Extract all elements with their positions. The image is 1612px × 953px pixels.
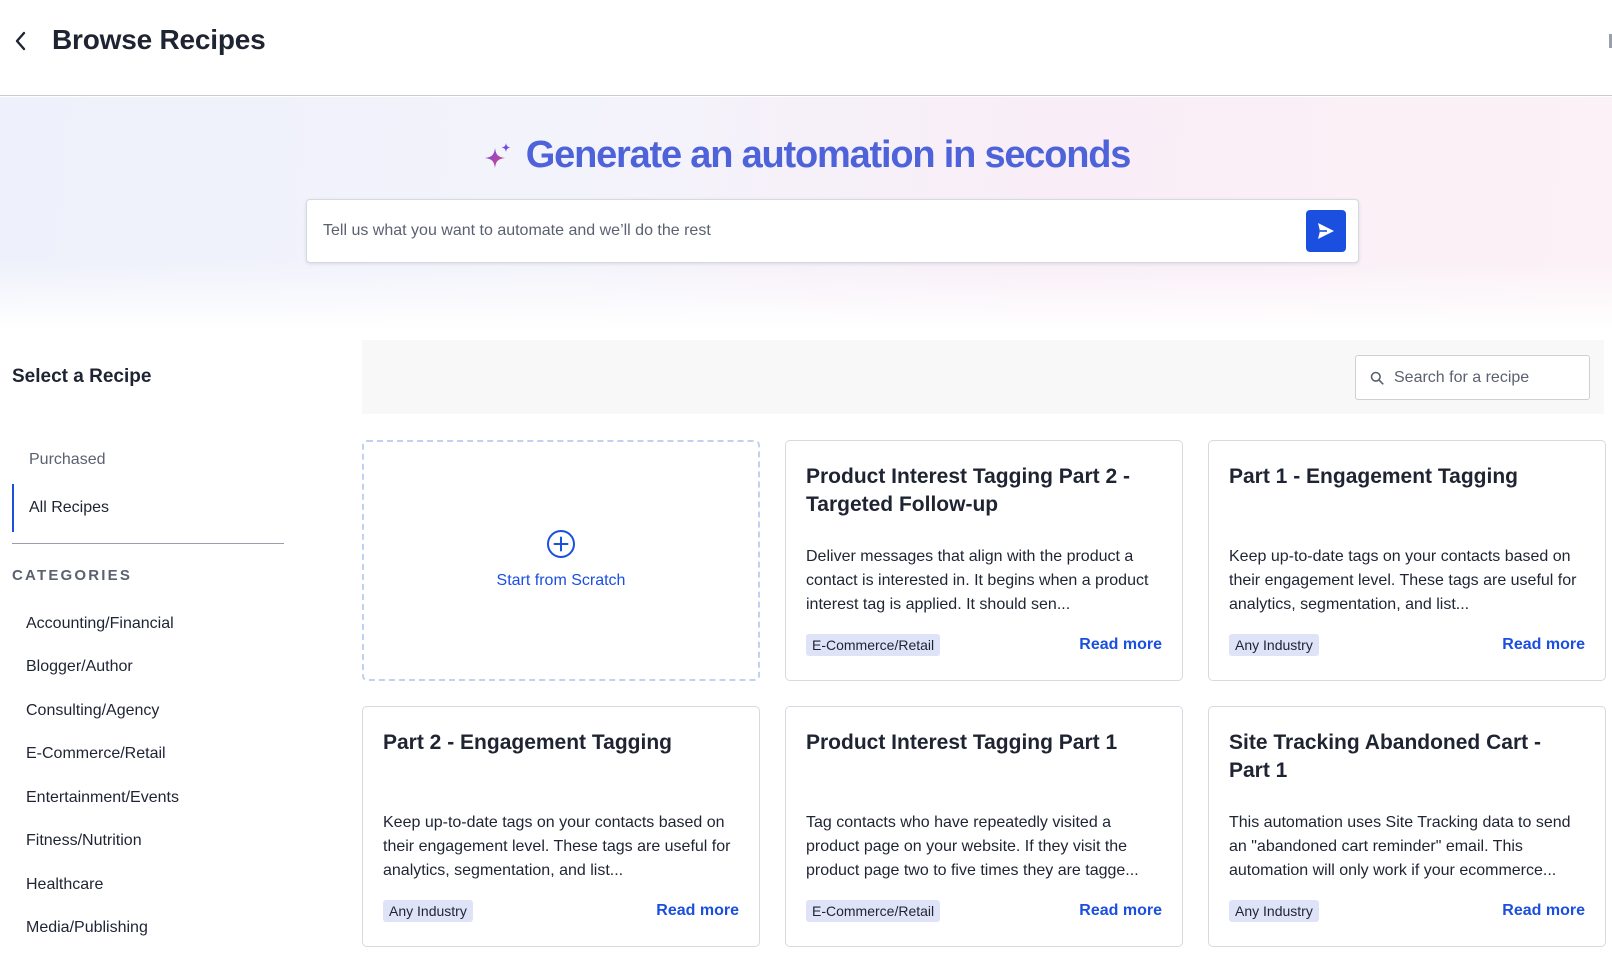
back-button[interactable] [6,26,36,56]
sidebar-divider [12,543,284,544]
recipe-title: Part 2 - Engagement Tagging [383,731,672,754]
hero-banner: Generate an automation in seconds [0,97,1612,330]
page-title: Browse Recipes [52,24,266,55]
top-bar: Browse Recipes [0,0,1612,96]
sidebar-item-label: All Recipes [29,499,110,516]
recipe-card[interactable]: Part 1 - Engagement Tagging Keep up-to-d… [1208,440,1606,681]
category-item[interactable]: Fitness/Nutrition [26,820,179,864]
category-item[interactable]: Media/Publishing [26,907,179,951]
plus-circle-icon [547,529,575,558]
recipe-description: Keep up-to-date tags on your contacts ba… [383,814,731,879]
read-more-link[interactable]: Read more [1079,902,1162,920]
recipe-description: Deliver messages that align with the pro… [806,548,1149,613]
category-item[interactable]: E-Commerce/Retail [26,733,179,777]
recipe-sidebar: Select a Recipe Purchased All Recipes CA… [0,330,300,953]
recipe-description: Keep up-to-date tags on your contacts ba… [1229,548,1577,613]
recipe-title: Site Tracking Abandoned Cart - Part 1 [1229,731,1541,782]
category-item[interactable]: Accounting/Financial [26,602,179,646]
sidebar-item-label: Purchased [29,451,106,468]
industry-badge: Any Industry [1229,900,1319,922]
start-from-scratch-label: Start from Scratch [496,571,626,589]
recipe-title: Product Interest Tagging Part 2 - Target… [806,465,1130,516]
categories-heading: CATEGORIES [12,567,133,584]
recipe-card[interactable]: Product Interest Tagging Part 1 Tag cont… [785,706,1183,947]
sidebar-item-purchased[interactable]: Purchased [12,436,282,484]
recipe-card[interactable]: Site Tracking Abandoned Cart - Part 1 Th… [1208,706,1606,947]
category-item[interactable]: Healthcare [26,863,179,907]
industry-badge: Any Industry [383,900,473,922]
read-more-link[interactable]: Read more [1502,902,1585,920]
read-more-link[interactable]: Read more [656,902,739,920]
recipe-search-box [1355,355,1590,400]
recipe-card[interactable]: Part 2 - Engagement Tagging Keep up-to-d… [362,706,760,947]
category-item[interactable]: Entertainment/Events [26,776,179,820]
sidebar-title: Select a Recipe [12,366,152,387]
search-icon [1370,371,1384,385]
category-item[interactable]: Consulting/Agency [26,689,179,733]
filter-bar [362,340,1604,414]
recipe-description: This automation uses Site Tracking data … [1229,814,1571,879]
industry-badge: E-Commerce/Retail [806,634,941,656]
hero-heading: Generate an automation in seconds [0,134,1612,177]
recipe-title: Product Interest Tagging Part 1 [806,731,1118,754]
chevron-left-icon [15,31,26,51]
sidebar-item-all-recipes[interactable]: All Recipes [12,484,282,532]
category-list: Accounting/Financial Blogger/Author Cons… [26,602,179,950]
automation-prompt-box [306,199,1359,263]
recipe-title: Part 1 - Engagement Tagging [1229,465,1518,488]
sparkle-icon [484,142,511,168]
recipe-description: Tag contacts who have repeatedly visited… [806,814,1139,879]
industry-badge: E-Commerce/Retail [806,900,941,922]
industry-badge: Any Industry [1229,634,1319,656]
read-more-link[interactable]: Read more [1502,636,1585,654]
send-button[interactable] [1306,210,1346,252]
hero-title: Generate an automation in seconds [525,134,1132,176]
category-item[interactable]: Blogger/Author [26,646,179,690]
recipe-search-input[interactable] [1394,368,1564,387]
read-more-link[interactable]: Read more [1079,636,1162,654]
automation-prompt-input[interactable] [323,200,1283,262]
recipe-card[interactable]: Product Interest Tagging Part 2 - Target… [785,440,1183,681]
send-icon [1318,223,1334,239]
start-from-scratch-card[interactable]: Start from Scratch [362,440,760,681]
